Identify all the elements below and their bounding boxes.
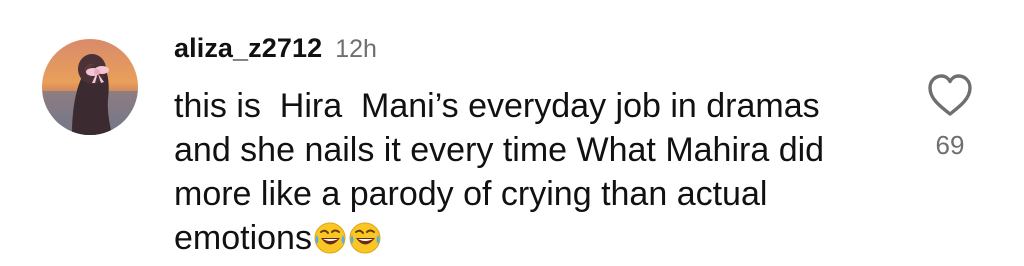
comment-item: aliza_z2712 12h this is Hira Mani’s ever… — [0, 0, 1024, 266]
heart-outline-icon[interactable] — [925, 72, 975, 118]
comment-text-block: this is Hira Mani’s everyday job in dram… — [174, 84, 874, 260]
like-count: 69 — [935, 130, 965, 160]
username[interactable]: aliza_z2712 — [174, 33, 322, 64]
comment-text: this is Hira Mani’s everyday job in dram… — [174, 87, 834, 257]
timestamp: 12h — [335, 35, 377, 63]
comment-header: aliza_z2712 12h — [174, 33, 377, 69]
like-section: 69 — [922, 72, 978, 161]
rolling-laughing-emoji-icon — [348, 221, 382, 255]
avatar-image — [42, 39, 138, 135]
avatar[interactable] — [42, 39, 138, 135]
rolling-laughing-emoji-icon — [313, 221, 347, 255]
